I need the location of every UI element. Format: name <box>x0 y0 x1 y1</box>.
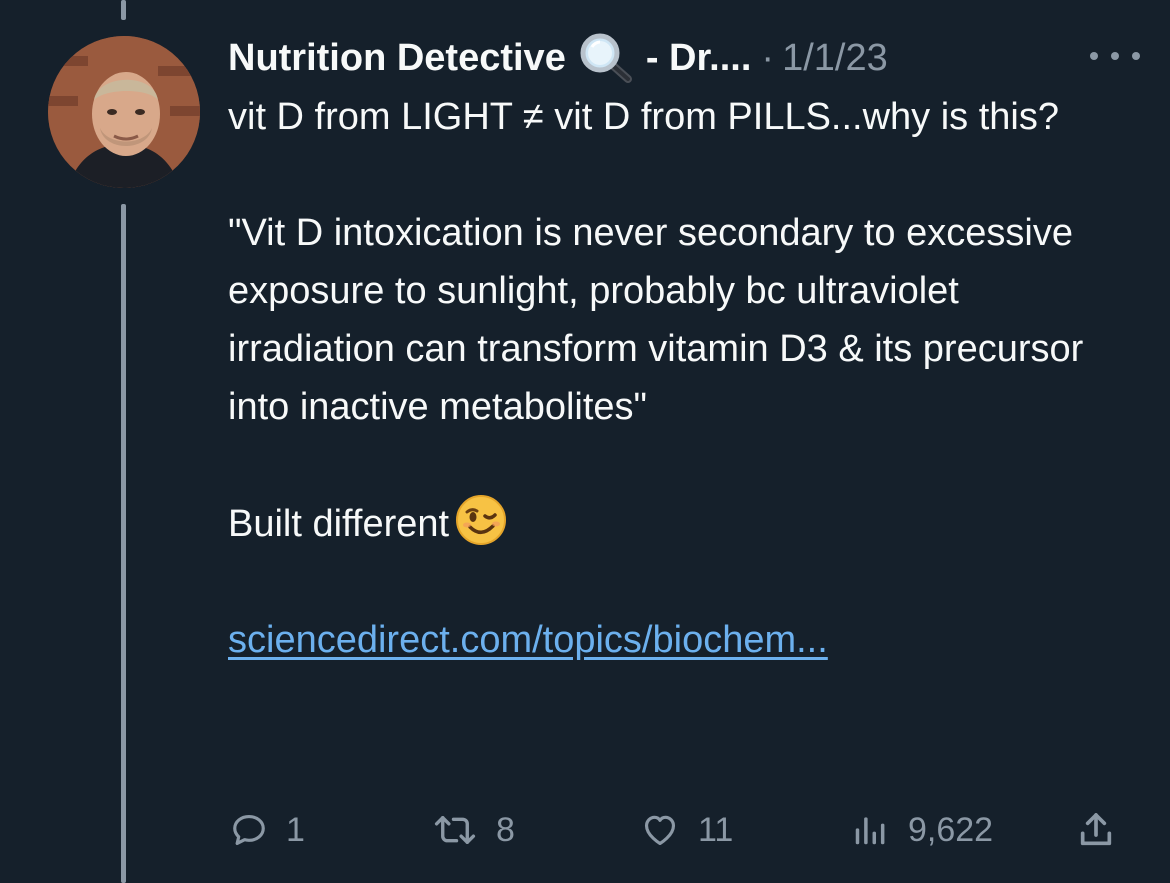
author-handle-suffix[interactable]: - Dr.... <box>646 37 752 80</box>
avatar[interactable] <box>48 36 200 188</box>
more-options-button[interactable] <box>1090 38 1140 74</box>
share-button[interactable] <box>1076 800 1116 860</box>
share-icon <box>1080 813 1112 846</box>
more-horizontal-icon-dot <box>1111 52 1119 60</box>
reply-button[interactable]: 1 <box>230 800 305 860</box>
more-horizontal-icon-dot <box>1090 52 1098 60</box>
retweet-button[interactable]: 8 <box>432 800 515 860</box>
like-button[interactable]: 11 <box>640 800 733 860</box>
views-icon <box>855 817 885 845</box>
like-count: 11 <box>698 810 734 849</box>
heart-icon <box>644 815 676 846</box>
more-horizontal-icon-dot <box>1132 52 1140 60</box>
thread-line-bottom <box>121 204 126 883</box>
tweet-body: vit D from LIGHT ≠ vit D from PILLS...wh… <box>228 88 1128 669</box>
views-count: 9,622 <box>908 810 994 849</box>
author-name[interactable]: Nutrition Detective <box>228 37 566 80</box>
thread-line-top <box>121 0 126 20</box>
magnifying-glass-icon <box>578 33 634 83</box>
views-button[interactable]: 9,622 <box>850 800 993 860</box>
retweet-count: 8 <box>496 810 515 849</box>
tweet-closing: Built different <box>228 494 1128 553</box>
tweet-header: Nutrition Detective - Dr.... · 1/1/23 <box>228 30 1128 86</box>
tweet-closing-text: Built different <box>228 503 450 545</box>
winking-face-emoji-icon <box>455 494 507 546</box>
reply-count: 1 <box>286 810 305 849</box>
tweet-text-line: vit D from LIGHT ≠ vit D from PILLS...wh… <box>228 96 1060 138</box>
reply-icon <box>233 814 265 846</box>
tweet-link[interactable]: sciencedirect.com/topics/biochem... <box>228 619 828 661</box>
header-separator: · <box>761 36 775 79</box>
tweet-actions: 1 8 11 9,622 <box>228 800 1128 860</box>
retweet-icon <box>434 816 476 844</box>
tweet-date[interactable]: 1/1/23 <box>782 37 888 80</box>
tweet-quote: "Vit D intoxication is never secondary t… <box>228 212 1084 428</box>
